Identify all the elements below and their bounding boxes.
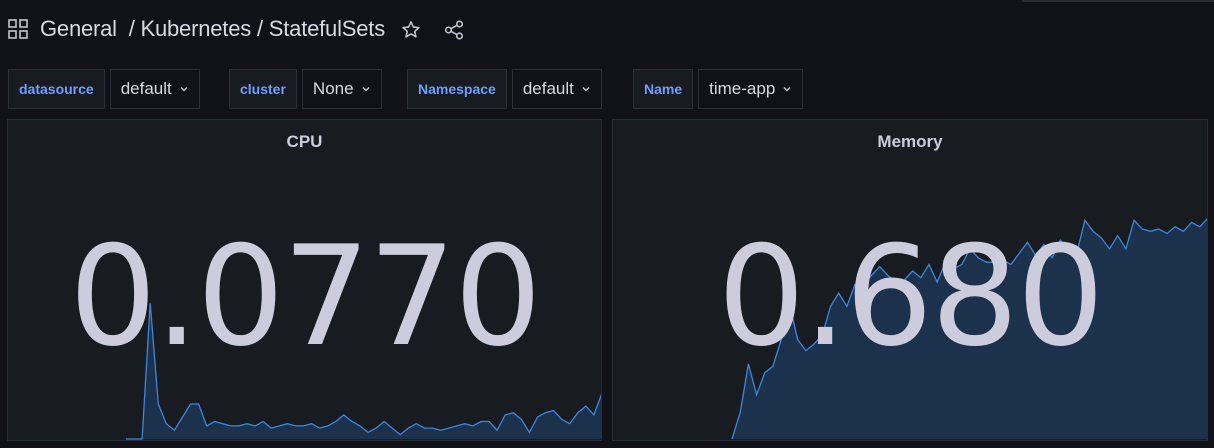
cpu-value: 0.0770 (69, 216, 542, 377)
select-value: default (522, 79, 574, 98)
variable-label: Name (633, 69, 694, 109)
select-value: None (312, 79, 354, 98)
chevron-down-icon (582, 86, 590, 92)
dashboards-grid-icon[interactable] (8, 19, 28, 39)
variable-cluster: cluster None (229, 69, 382, 109)
cluster-select[interactable]: None (301, 69, 382, 109)
namespace-select[interactable]: default (511, 69, 602, 109)
cpu-panel[interactable]: CPU 0.0770 (7, 119, 602, 441)
star-icon[interactable] (400, 19, 422, 41)
name-select[interactable]: time-app (698, 69, 804, 109)
chevron-down-icon (783, 86, 791, 92)
variables-bar: datasource default cluster None Namespac… (0, 69, 1214, 109)
dashboard-header: General / Kubernetes / StatefulSets (0, 0, 1214, 58)
variable-label: cluster (229, 69, 297, 109)
chevron-down-icon (362, 86, 370, 92)
share-icon[interactable] (443, 19, 465, 41)
variable-datasource: datasource default (8, 69, 200, 109)
variable-name: Name time-app (633, 69, 804, 109)
memory-panel[interactable]: Memory 0.680 (612, 119, 1208, 441)
breadcrumb[interactable]: General / Kubernetes / StatefulSets (40, 16, 385, 42)
variable-label: datasource (8, 69, 105, 109)
chevron-down-icon (180, 86, 188, 92)
select-value: default (120, 79, 172, 98)
datasource-select[interactable]: default (109, 69, 200, 109)
header-divider (1022, 0, 1214, 2)
memory-value: 0.680 (717, 216, 1104, 377)
variable-label: Namespace (407, 69, 507, 109)
variable-namespace: Namespace default (407, 69, 602, 109)
select-value: time-app (709, 79, 776, 98)
